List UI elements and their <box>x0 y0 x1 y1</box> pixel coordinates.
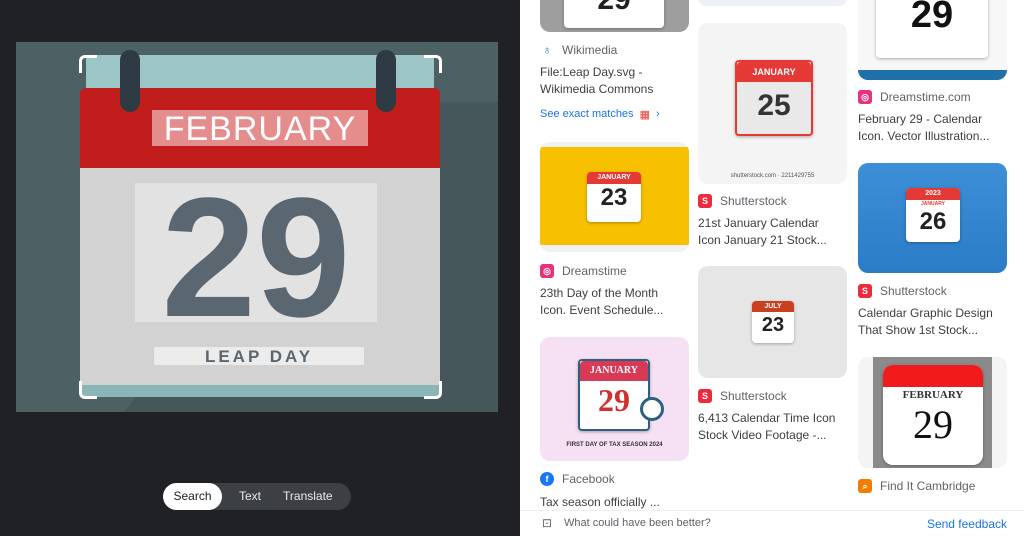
query-panel: FEBRUARY 29 LEAP DAY Search Text Transla… <box>0 0 520 536</box>
crop-handle-tl[interactable] <box>79 55 97 73</box>
chevron-right-icon: › <box>655 108 660 120</box>
mode-chips: Search Text Translate <box>163 483 351 510</box>
crop-handle-bl[interactable] <box>79 381 97 399</box>
calendar-caption: LEAP DAY <box>154 347 364 366</box>
send-feedback-link[interactable]: Send feedback <box>927 517 1007 531</box>
facebook-icon: f <box>540 472 554 486</box>
feedback-prompt: What could have been better? <box>564 517 711 529</box>
chip-translate[interactable]: Translate <box>274 483 342 510</box>
shutterstock-icon: S <box>698 194 712 208</box>
chip-search[interactable]: Search <box>163 483 222 510</box>
feedback-icon: ⊡ <box>542 516 553 530</box>
calendar-month: FEBRUARY <box>152 110 368 148</box>
leap-day-calendar: FEBRUARY 29 LEAP DAY <box>80 50 440 397</box>
crop-handle-tr[interactable] <box>424 55 442 73</box>
find-it-cambridge-icon: ⌕ <box>858 479 872 493</box>
crop-handle-br[interactable] <box>424 381 442 399</box>
calendar-day: 29 <box>135 173 377 343</box>
wikimedia-icon: ♁ <box>540 43 554 57</box>
see-exact-matches-link[interactable]: See exact matches ▦ › <box>540 106 660 122</box>
calendar-icon: ▦ <box>639 108 650 121</box>
shutterstock-icon: S <box>858 284 872 298</box>
shutterstock-icon: S <box>698 389 712 403</box>
query-image: FEBRUARY 29 LEAP DAY <box>16 42 498 412</box>
chip-text[interactable]: Text <box>230 483 270 510</box>
feedback-bar: ⊡ What could have been better? Send feed… <box>520 510 1024 536</box>
results-panel: 29 ♁Wikimedia File:Leap Day.svg -Wikimed… <box>520 0 1024 536</box>
clock-icon <box>640 397 664 421</box>
dreamstime-icon: ◎ <box>540 264 554 278</box>
dreamstime-icon: ◎ <box>858 90 872 104</box>
